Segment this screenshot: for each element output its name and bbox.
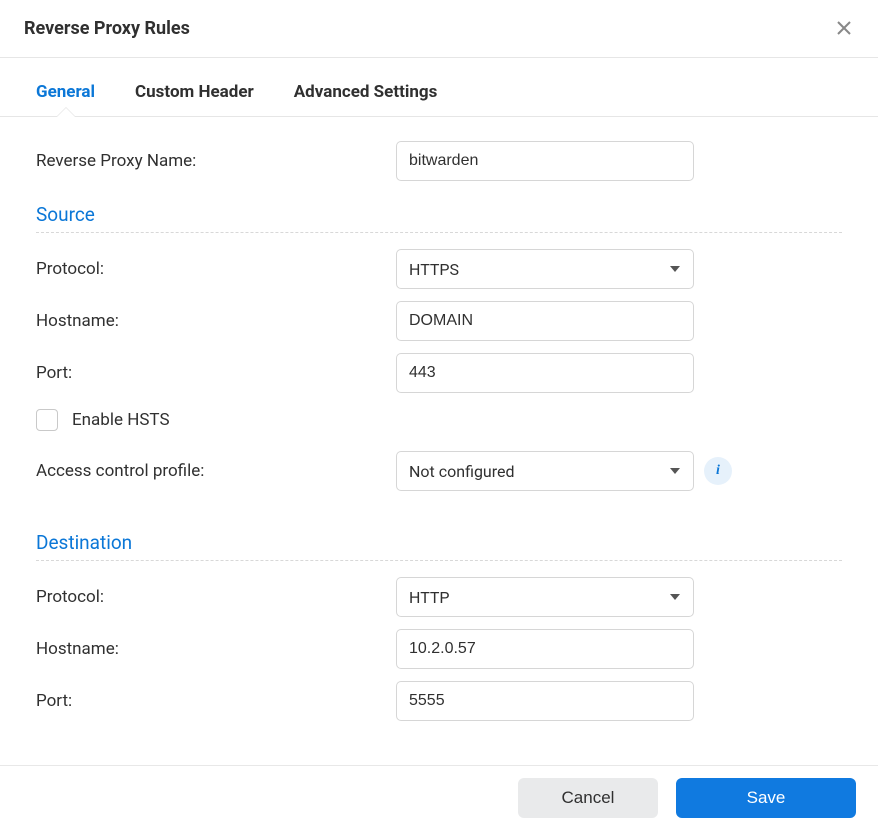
close-icon[interactable] [836, 20, 854, 38]
row-dest-protocol: Protocol: HTTP [36, 571, 842, 623]
label-access-profile: Access control profile: [36, 461, 396, 481]
chevron-down-icon [669, 462, 681, 481]
tab-general[interactable]: General [36, 82, 95, 116]
row-dest-port: Port: [36, 675, 842, 727]
tab-custom-header[interactable]: Custom Header [135, 82, 254, 116]
cancel-button[interactable]: Cancel [518, 778, 658, 818]
row-source-port: Port: [36, 347, 842, 399]
row-access-profile: Access control profile: Not configured i [36, 445, 842, 497]
form-body: Reverse Proxy Name: Source Protocol: HTT… [0, 117, 878, 727]
section-source-title: Source [36, 187, 842, 233]
source-protocol-select[interactable]: HTTPS [396, 249, 694, 289]
section-destination-title: Destination [36, 515, 842, 561]
dest-hostname-input[interactable] [396, 629, 694, 669]
label-dest-hostname: Hostname: [36, 639, 396, 659]
dest-port-input[interactable] [396, 681, 694, 721]
tab-advanced-settings[interactable]: Advanced Settings [294, 82, 438, 116]
dialog-title: Reverse Proxy Rules [24, 18, 190, 39]
row-dest-hostname: Hostname: [36, 623, 842, 675]
label-proxy-name: Reverse Proxy Name: [36, 151, 396, 171]
label-source-protocol: Protocol: [36, 259, 396, 279]
save-button[interactable]: Save [676, 778, 856, 818]
source-port-input[interactable] [396, 353, 694, 393]
source-hostname-input[interactable] [396, 301, 694, 341]
tabs: General Custom Header Advanced Settings [0, 58, 878, 117]
row-source-hostname: Hostname: [36, 295, 842, 347]
label-hsts: Enable HSTS [72, 410, 170, 430]
row-source-protocol: Protocol: HTTPS [36, 243, 842, 295]
row-hsts: Enable HSTS [36, 399, 842, 445]
hsts-checkbox[interactable] [36, 409, 58, 431]
info-icon[interactable]: i [704, 457, 732, 485]
chevron-down-icon [669, 260, 681, 279]
dialog-footer: Cancel Save [0, 765, 878, 829]
label-dest-protocol: Protocol: [36, 587, 396, 607]
dest-protocol-select[interactable]: HTTP [396, 577, 694, 617]
source-protocol-value: HTTPS [409, 260, 459, 279]
label-source-hostname: Hostname: [36, 311, 396, 331]
proxy-name-input[interactable] [396, 141, 694, 181]
access-profile-select[interactable]: Not configured [396, 451, 694, 491]
chevron-down-icon [669, 588, 681, 607]
label-dest-port: Port: [36, 691, 396, 711]
row-proxy-name: Reverse Proxy Name: [36, 135, 842, 187]
label-source-port: Port: [36, 363, 396, 383]
dialog-header: Reverse Proxy Rules [0, 0, 878, 58]
dest-protocol-value: HTTP [409, 588, 450, 607]
access-profile-value: Not configured [409, 462, 515, 481]
